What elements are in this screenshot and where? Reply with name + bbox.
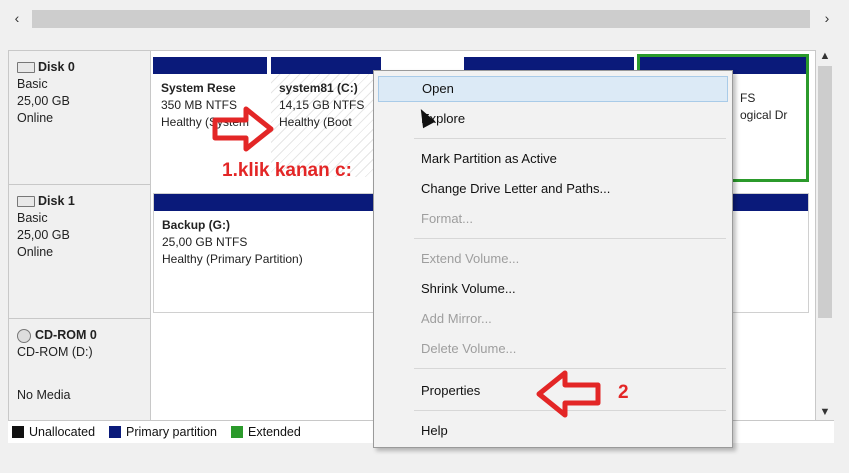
legend-item-extended: Extended bbox=[227, 425, 301, 439]
menu-separator bbox=[414, 138, 726, 139]
partition-status: Healthy (Boot bbox=[279, 115, 352, 129]
legend-label: Primary partition bbox=[126, 425, 218, 439]
horizontal-scroll-thumb[interactable] bbox=[32, 10, 810, 28]
partition-name: System Rese bbox=[161, 81, 236, 95]
annotation-step2: 2 bbox=[618, 382, 629, 403]
menu-item-extend-volume[interactable]: Extend Volume... bbox=[378, 246, 728, 272]
horizontal-scrollbar[interactable]: ‹ › bbox=[8, 6, 836, 32]
cdrom-0-type: CD-ROM (D:) bbox=[17, 345, 93, 359]
partition-bar bbox=[271, 57, 381, 74]
scroll-left-icon[interactable]: ‹ bbox=[8, 10, 26, 26]
legend-label: Extended bbox=[248, 425, 301, 439]
menu-item-open[interactable]: Open bbox=[378, 76, 728, 102]
cdrom-0-status: No Media bbox=[17, 388, 71, 402]
cd-rom-icon bbox=[17, 328, 31, 343]
vertical-scroll-thumb[interactable] bbox=[818, 66, 832, 318]
legend-swatch bbox=[231, 426, 244, 438]
menu-item-help[interactable]: Help bbox=[378, 418, 728, 444]
scroll-right-icon[interactable]: › bbox=[818, 10, 836, 26]
disk-0-title: Disk 0 bbox=[17, 59, 150, 76]
legend-swatch bbox=[109, 426, 122, 438]
cdrom-0-title: CD-ROM 0 bbox=[17, 327, 150, 344]
menu-item-mark-active[interactable]: Mark Partition as Active bbox=[378, 146, 728, 172]
disk-1-size: 25,00 GB bbox=[17, 228, 70, 242]
menu-separator bbox=[414, 238, 726, 239]
partition-size: 14,15 GB NTFS bbox=[279, 98, 365, 112]
legend-item-unallocated: Unallocated bbox=[8, 425, 95, 439]
menu-item-delete-volume[interactable]: Delete Volume... bbox=[378, 336, 728, 362]
menu-item-add-mirror[interactable]: Add Mirror... bbox=[378, 306, 728, 332]
partition-name: system81 (C:) bbox=[279, 81, 358, 95]
menu-item-format[interactable]: Format... bbox=[378, 206, 728, 232]
disk-1-info[interactable]: Disk 1 Basic 25,00 GB Online bbox=[9, 185, 151, 319]
disk-icon bbox=[17, 196, 35, 207]
red-arrow-left-icon bbox=[536, 370, 601, 418]
partition-bar bbox=[153, 57, 267, 74]
scroll-down-icon[interactable]: ▼ bbox=[816, 406, 834, 418]
disk-1-title: Disk 1 bbox=[17, 193, 150, 210]
scroll-up-icon[interactable]: ▲ bbox=[816, 50, 834, 62]
annotation-step1: 1.klik kanan c: bbox=[222, 160, 352, 181]
vertical-scrollbar[interactable]: ▲ ▼ bbox=[816, 50, 834, 422]
partition-status: ogical Dr bbox=[740, 108, 788, 122]
partition-system81-c[interactable]: system81 (C:) 14,15 GB NTFS Healthy (Boo… bbox=[271, 57, 381, 177]
disk-0-name: Disk 0 bbox=[38, 60, 75, 74]
menu-item-change-drive-letter[interactable]: Change Drive Letter and Paths... bbox=[378, 176, 728, 202]
disk-0-info[interactable]: Disk 0 Basic 25,00 GB Online bbox=[9, 51, 151, 185]
disk-1-name: Disk 1 bbox=[38, 194, 75, 208]
legend-label: Unallocated bbox=[29, 425, 96, 439]
partition-size: FS bbox=[740, 91, 756, 105]
cdrom-0-name: CD-ROM 0 bbox=[35, 328, 97, 342]
disk-0-status: Online bbox=[17, 111, 54, 125]
disk-1-type: Basic bbox=[17, 211, 48, 225]
red-arrow-right-icon bbox=[212, 106, 274, 152]
disk-0-type: Basic bbox=[17, 77, 48, 91]
disk-1-status: Online bbox=[17, 245, 54, 259]
disk-0-size: 25,00 GB bbox=[17, 94, 70, 108]
legend-item-primary: Primary partition bbox=[105, 425, 217, 439]
menu-item-shrink-volume[interactable]: Shrink Volume... bbox=[378, 276, 728, 302]
disk-icon bbox=[17, 62, 35, 73]
legend-swatch bbox=[12, 426, 24, 438]
